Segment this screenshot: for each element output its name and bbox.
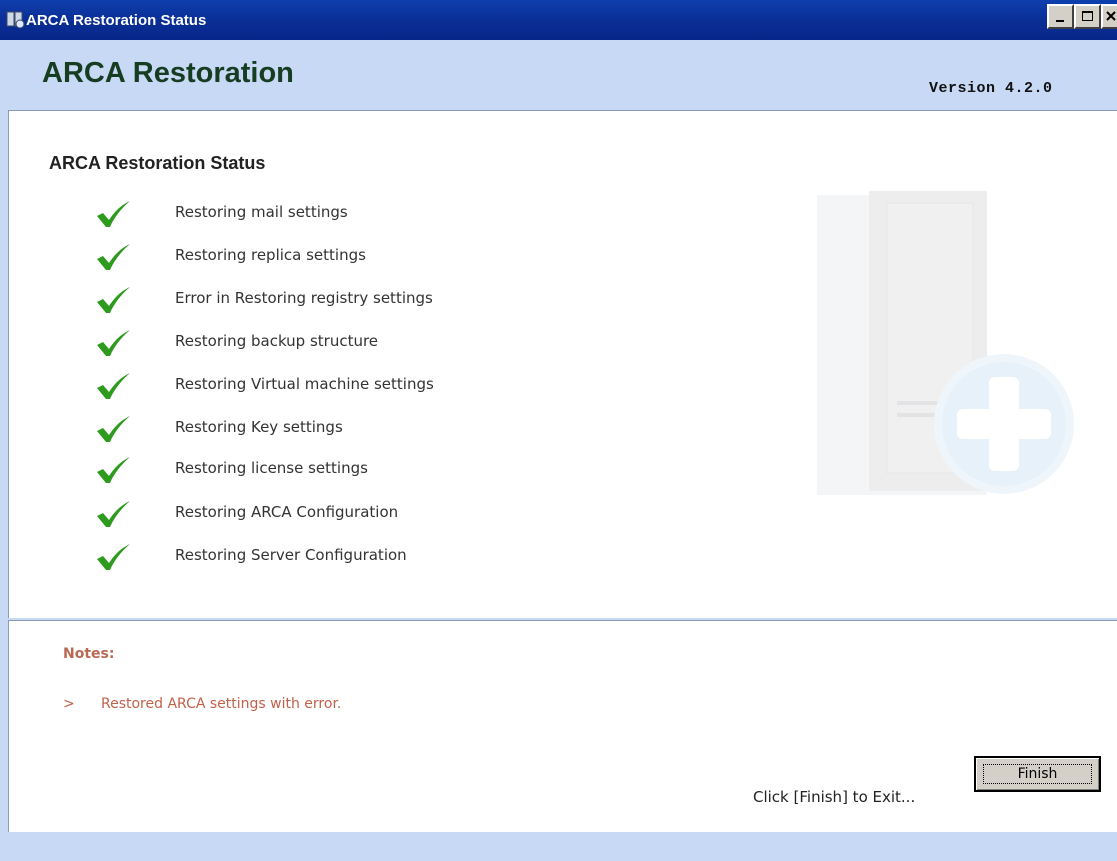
server-plus-icon [817,191,1074,495]
minimize-button[interactable] [1047,4,1074,29]
step-row: Restoring replica settings [9,244,709,284]
check-icon [97,373,130,399]
close-button[interactable] [1101,4,1117,29]
status-panel: ARCA Restoration Status Restoring mail s… [8,110,1117,618]
header: ARCA Restoration Version 4.2.0 [0,40,1117,110]
step-label: Restoring Virtual machine settings [175,375,434,393]
app-title: ARCA Restoration [42,57,294,89]
version-label: Version 4.2.0 [929,80,1053,97]
check-icon [97,330,130,356]
check-icon [97,416,130,442]
notes-title: Notes: [63,646,115,662]
step-label: Restoring replica settings [175,246,366,264]
finish-button-label: Finish [983,764,1092,784]
title-bar[interactable]: ARCA Restoration Status [0,0,1117,40]
check-icon [97,244,130,270]
check-icon [97,544,130,570]
check-icon [97,457,130,483]
check-icon [97,201,130,227]
maximize-button[interactable] [1074,4,1101,29]
step-label: Restoring license settings [175,459,368,477]
step-label: Restoring mail settings [175,203,348,221]
notes-panel: Notes: > Restored ARCA settings with erro… [8,620,1117,832]
note-bullet: > [63,696,75,712]
step-label: Error in Restoring registry settings [175,289,433,307]
step-label: Restoring Key settings [175,418,343,436]
minimize-icon [1056,20,1064,22]
step-row: Restoring backup structure [9,330,709,370]
check-icon [97,287,130,313]
step-row: Error in Restoring registry settings [9,287,709,327]
step-label: Restoring ARCA Configuration [175,503,399,521]
window-title: ARCA Restoration Status [26,12,207,29]
note-item: > Restored ARCA settings with error. [63,696,341,712]
footer-strip [0,832,1117,861]
step-row: Restoring ARCA Configuration [9,501,709,541]
app-icon [6,11,25,29]
step-label: Restoring Server Configuration [175,546,407,564]
close-icon [1106,11,1116,21]
step-row: Restoring license settings [9,457,709,497]
note-text: Restored ARCA settings with error. [101,696,342,712]
step-row: Restoring Virtual machine settings [9,373,709,413]
restoration-window: ARCA Restoration Status ARCA Restoration… [0,0,1117,861]
finish-button[interactable]: Finish [974,756,1101,792]
check-icon [97,501,130,527]
step-row: Restoring mail settings [9,201,709,241]
section-title: ARCA Restoration Status [49,153,266,173]
step-row: Restoring Key settings [9,416,709,456]
maximize-icon [1082,11,1093,21]
step-row: Restoring Server Configuration [9,544,709,584]
exit-hint: Click [Finish] to Exit... [753,788,916,806]
step-label: Restoring backup structure [175,332,379,350]
